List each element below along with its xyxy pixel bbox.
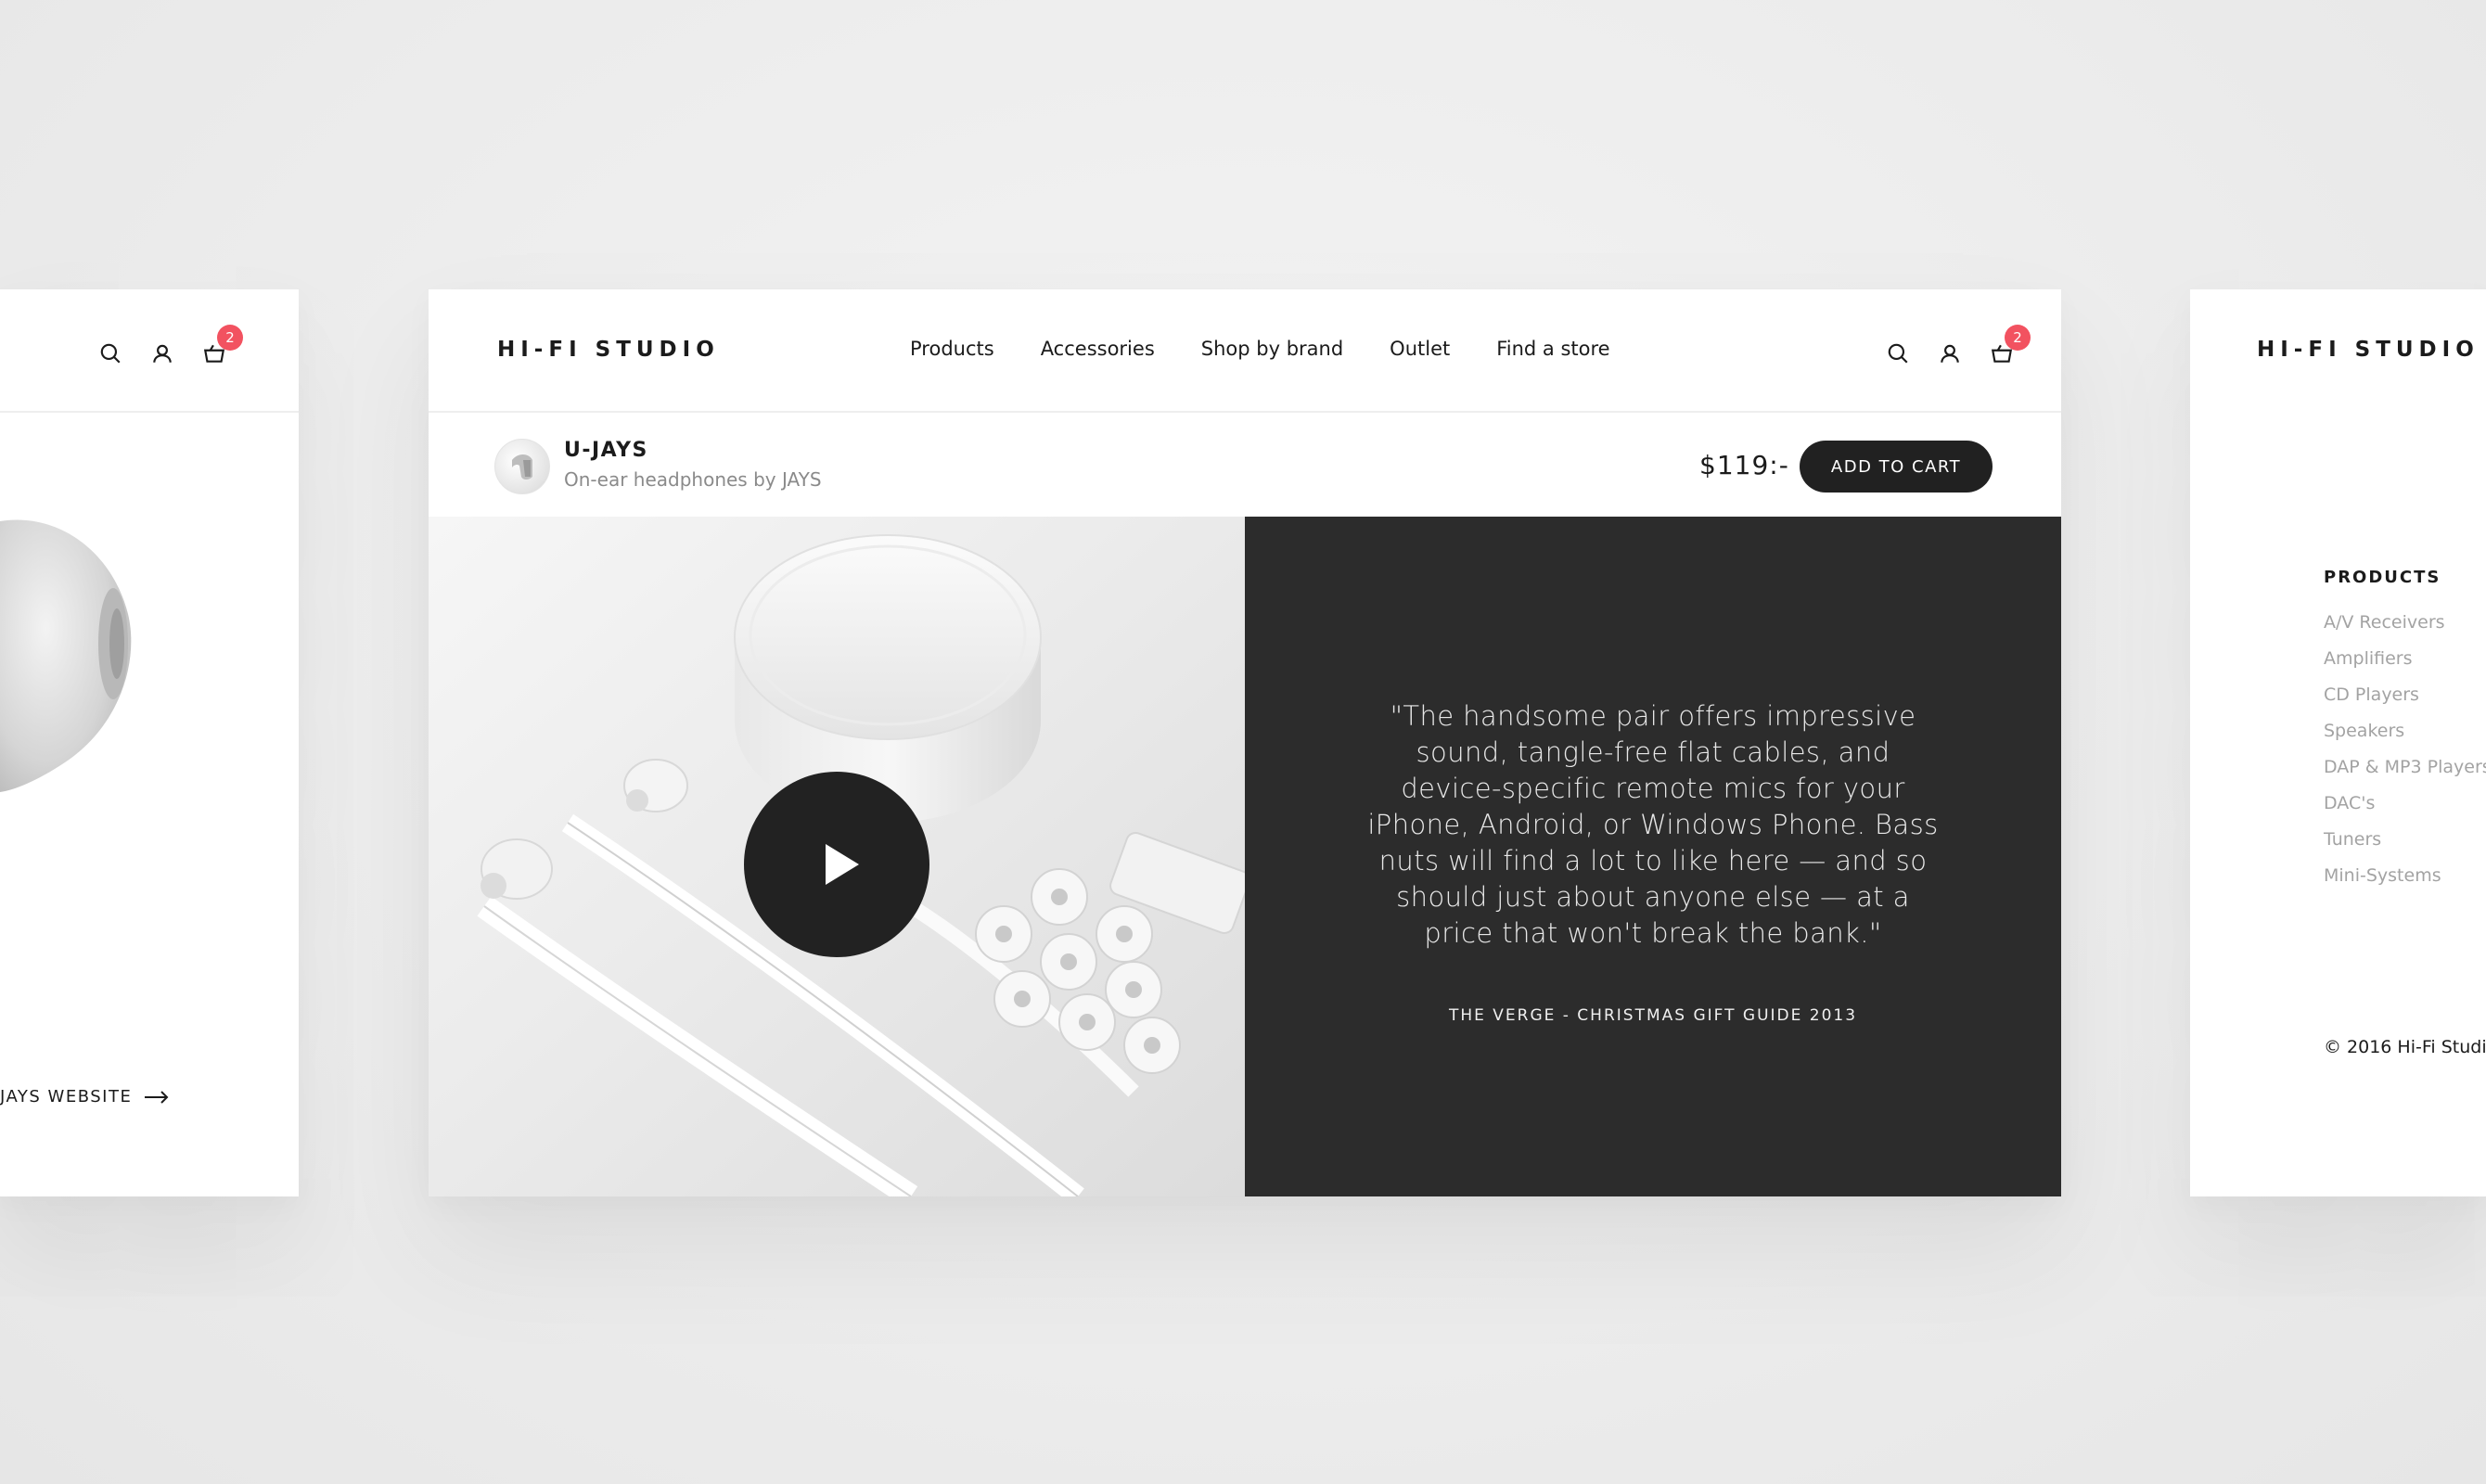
product-video[interactable] bbox=[429, 517, 1245, 1196]
footer-link-speakers[interactable]: Speakers bbox=[2324, 721, 2486, 757]
main-nav: Products Accessories Shop by brand Outle… bbox=[910, 338, 1657, 360]
earbud-tip-image bbox=[0, 519, 132, 792]
cart-icon[interactable]: 2 bbox=[199, 325, 243, 369]
jays-website-link[interactable]: JAYS WEBSITE bbox=[0, 1087, 169, 1107]
right-card-preview: HI-FI STUDIO PRODUCTS A/V Receivers Ampl… bbox=[2190, 289, 2486, 1196]
user-icon[interactable] bbox=[147, 338, 178, 369]
left-card-preview: 2 JAYS WEBSITE bbox=[0, 289, 299, 1196]
site-logo[interactable]: HI-FI STUDIO bbox=[2257, 338, 2480, 362]
nav-item-find-a-store[interactable]: Find a store bbox=[1496, 338, 1609, 360]
left-card-header: 2 bbox=[0, 289, 299, 413]
jays-website-label: JAYS WEBSITE bbox=[0, 1087, 133, 1107]
nav-item-accessories[interactable]: Accessories bbox=[1041, 338, 1155, 360]
add-to-cart-button[interactable]: ADD TO CART bbox=[1800, 441, 1993, 493]
footer-link-mini-systems[interactable]: Mini-Systems bbox=[2324, 865, 2486, 902]
product-name: U-JAYS bbox=[564, 439, 648, 462]
footer-link-cd-players[interactable]: CD Players bbox=[2324, 684, 2486, 721]
cart-count-badge: 2 bbox=[217, 325, 243, 351]
product-subtitle: On-ear headphones by JAYS bbox=[564, 468, 822, 491]
footer-link-av-receivers[interactable]: A/V Receivers bbox=[2324, 612, 2486, 648]
site-header: HI-FI STUDIO Products Accessories Shop b… bbox=[429, 289, 2061, 413]
cart-icon[interactable]: 2 bbox=[1986, 325, 2031, 369]
nav-item-products[interactable]: Products bbox=[910, 338, 994, 360]
cart-count-badge: 2 bbox=[2005, 325, 2031, 351]
left-header-icons: 2 bbox=[74, 325, 243, 369]
search-icon[interactable] bbox=[1882, 338, 1914, 369]
footer-products-title: PRODUCTS bbox=[2324, 568, 2441, 587]
product-page-card: HI-FI STUDIO Products Accessories Shop b… bbox=[429, 289, 2061, 1196]
footer-link-tuners[interactable]: Tuners bbox=[2324, 829, 2486, 865]
footer-link-dap-mp3[interactable]: DAP & MP3 Players bbox=[2324, 757, 2486, 793]
user-icon[interactable] bbox=[1934, 338, 1966, 369]
footer-link-amplifiers[interactable]: Amplifiers bbox=[2324, 648, 2486, 684]
footer-link-dacs[interactable]: DAC's bbox=[2324, 793, 2486, 829]
header-icons: 2 bbox=[1862, 325, 2031, 369]
review-quote-panel: "The handsome pair offers impressive sou… bbox=[1245, 517, 2061, 1196]
search-icon[interactable] bbox=[95, 338, 126, 369]
footer-products-list: A/V Receivers Amplifiers CD Players Spea… bbox=[2324, 612, 2486, 902]
site-logo[interactable]: HI-FI STUDIO bbox=[497, 338, 720, 362]
copyright: © 2016 Hi-Fi Studio bbox=[2324, 1037, 2486, 1057]
arrow-right-icon bbox=[145, 1090, 169, 1104]
review-quote: "The handsome pair offers impressive sou… bbox=[1367, 700, 1939, 949]
product-price: $119:- bbox=[1699, 450, 1789, 480]
product-thumbnail bbox=[494, 439, 550, 494]
right-card-header: HI-FI STUDIO bbox=[2190, 289, 2486, 413]
nav-item-shop-by-brand[interactable]: Shop by brand bbox=[1201, 338, 1343, 360]
review-source: THE VERGE - CHRISTMAS GIFT GUIDE 2013 bbox=[1448, 1006, 1858, 1025]
nav-item-outlet[interactable]: Outlet bbox=[1390, 338, 1450, 360]
play-button[interactable] bbox=[744, 772, 929, 957]
product-bar: U-JAYS On-ear headphones by JAYS $119:- … bbox=[429, 415, 2061, 517]
